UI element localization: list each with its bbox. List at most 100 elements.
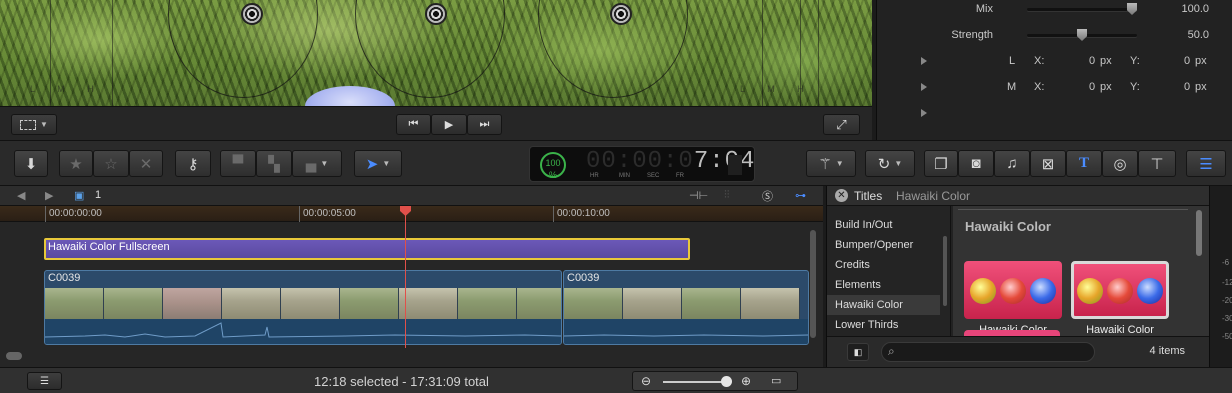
guide-line [818, 0, 819, 106]
audio-meter-mini[interactable] [728, 155, 742, 175]
background-tasks-indicator[interactable]: 100 % [540, 152, 566, 180]
disclosure-triangle-icon[interactable] [921, 57, 927, 65]
search-input[interactable]: ⌕ [881, 342, 1095, 362]
orb-icon [1030, 278, 1056, 304]
favorite-button[interactable]: ★ [59, 150, 93, 177]
viewer-display-options-button[interactable]: ▼ [11, 114, 57, 135]
close-icon[interactable]: ✕ [835, 189, 848, 202]
solo-icon[interactable]: Ⓢ [762, 188, 773, 204]
connect-clip-button[interactable]: ▀ [220, 150, 256, 177]
clip-appearance-icon[interactable]: ▭ [771, 374, 781, 387]
category-item[interactable]: Elements [827, 275, 940, 295]
unrate-button[interactable]: ☆ [93, 150, 129, 177]
x-value[interactable]: 0 [1089, 81, 1095, 93]
timeline-horizontal-scrollbar[interactable] [6, 352, 22, 360]
grid-scrollbar[interactable] [1196, 210, 1202, 256]
ruler-tick [553, 206, 554, 222]
audio-skimming-icon[interactable]: ⫶⫶ [724, 189, 730, 202]
zoom-out-icon[interactable]: ⊖ [641, 374, 651, 388]
back-arrow-icon[interactable]: ◀ [17, 189, 25, 202]
title-thumbnail[interactable] [964, 261, 1062, 319]
titles-browser-button[interactable]: T [1066, 150, 1102, 177]
row-name: L [1009, 55, 1016, 67]
title-item-label[interactable]: Hawaiki Color Fullscreen [1060, 324, 1180, 336]
timeline-index-button[interactable]: ☰ [27, 372, 62, 390]
append-clip-button[interactable]: ▄ ▼ [292, 150, 342, 177]
thumbnail [682, 288, 741, 319]
chevron-down-icon: ▼ [40, 120, 48, 129]
previous-edit-button[interactable]: ⏮ [396, 114, 431, 135]
browser-footer: ◧ ⌕ 4 items [827, 336, 1209, 367]
timeline-vertical-scrollbar[interactable] [810, 230, 816, 338]
music-browser-button[interactable]: ♫ [994, 150, 1030, 177]
skip-forward-icon: ⏭ [479, 118, 490, 130]
media-browser-button[interactable]: ❐ [924, 150, 958, 177]
y-value[interactable]: 0 [1184, 55, 1190, 67]
shadows-target-handle[interactable] [241, 3, 263, 25]
keyword-button[interactable]: ⚷ [175, 150, 211, 177]
reject-button[interactable]: ✕ [129, 150, 163, 177]
video-clip[interactable]: C0039 [44, 270, 562, 345]
percent-sign: % [548, 170, 557, 180]
video-clip[interactable]: C0039 [563, 270, 809, 345]
category-scrollbar[interactable] [943, 236, 947, 306]
snapping-icon[interactable]: ⊶ [795, 189, 806, 202]
playhead[interactable] [405, 206, 406, 348]
category-item[interactable]: Bumper/Opener [827, 235, 940, 255]
generators-browser-button[interactable]: ◎ [1102, 150, 1138, 177]
title-thumbnail-selected[interactable] [1071, 261, 1169, 319]
forward-arrow-icon[interactable]: ▶ [45, 189, 53, 202]
mix-slider-knob[interactable] [1127, 3, 1137, 15]
browser-header: ✕ Titles Hawaiki Color [827, 186, 1209, 206]
item-count: 4 items [1149, 345, 1185, 357]
category-item-selected[interactable]: Hawaiki Color [827, 295, 940, 315]
strength-slider-knob[interactable] [1077, 29, 1087, 41]
fullscreen-button[interactable]: ⤢ [823, 114, 860, 135]
camera-icon: ◙ [971, 155, 981, 172]
themes-browser-button[interactable]: ⊤ [1138, 150, 1176, 177]
transitions-browser-button[interactable]: ⊠ [1030, 150, 1066, 177]
timeline-ruler[interactable]: 00:00:00:00 00:00:05:00 00:00:10:00 [0, 206, 823, 222]
strength-value[interactable]: 50.0 [1188, 29, 1209, 41]
highlights-target-handle[interactable] [610, 3, 632, 25]
skip-back-icon: ⏮ [408, 118, 419, 130]
disclosure-triangle-icon[interactable] [921, 109, 927, 117]
enhancements-button[interactable]: ⚚ ▼ [806, 150, 856, 177]
disclosure-triangle-icon[interactable] [921, 83, 927, 91]
select-tool-button[interactable]: ➤ ▼ [354, 150, 402, 177]
orb-icon [1077, 278, 1103, 304]
next-edit-button[interactable]: ⏭ [467, 114, 502, 135]
zoom-in-icon[interactable]: ⊕ [741, 374, 751, 388]
ruler-label: 00:00:00:00 [49, 208, 102, 219]
x-value[interactable]: 0 [1089, 55, 1095, 67]
titles-grid: Hawaiki Color Hawaiki Color Hawaiki Colo… [953, 206, 1209, 336]
sidebar-toggle-button[interactable]: ◧ [847, 343, 869, 361]
meter-label: -50 [1222, 332, 1232, 341]
x-unit: px [1100, 81, 1112, 93]
zoom-slider-knob[interactable] [721, 376, 732, 387]
category-item[interactable]: Lower Thirds [827, 315, 940, 335]
offset-row-m: M X: 0 px Y: 0 px [877, 78, 1232, 98]
dashboard[interactable]: 100 % 00:00:07:04 HR MIN SEC FR [529, 146, 755, 182]
mix-slider[interactable] [1027, 3, 1137, 15]
play-button[interactable]: ▶ [431, 114, 467, 135]
strength-slider[interactable] [1027, 29, 1137, 41]
inspector-toggle-button[interactable]: ☰ [1186, 150, 1226, 177]
video-preview[interactable]: L M H L M H [0, 0, 872, 106]
clip-appearance-icon[interactable]: ⊣⊢ [689, 189, 708, 202]
category-item[interactable]: Build In/Out [827, 215, 940, 235]
category-item[interactable]: Credits [827, 255, 940, 275]
mix-value[interactable]: 100.0 [1181, 3, 1209, 15]
waveform-svg [564, 334, 808, 337]
retime-button[interactable]: ↻ ▼ [865, 150, 915, 177]
photo-browser-button[interactable]: ◙ [958, 150, 994, 177]
insert-clip-button[interactable]: ▚ [256, 150, 292, 177]
transitions-icon: ⊠ [1041, 155, 1055, 173]
import-button[interactable]: ⬇ [14, 150, 48, 177]
unit-min: MIN [619, 173, 630, 179]
y-value[interactable]: 0 [1184, 81, 1190, 93]
timecode-dim: 00:00:0 [586, 148, 694, 175]
title-clip[interactable]: Hawaiki Color Fullscreen [44, 238, 690, 260]
midtones-target-handle[interactable] [425, 3, 447, 25]
magic-wand-icon: ⚚ [818, 155, 832, 173]
